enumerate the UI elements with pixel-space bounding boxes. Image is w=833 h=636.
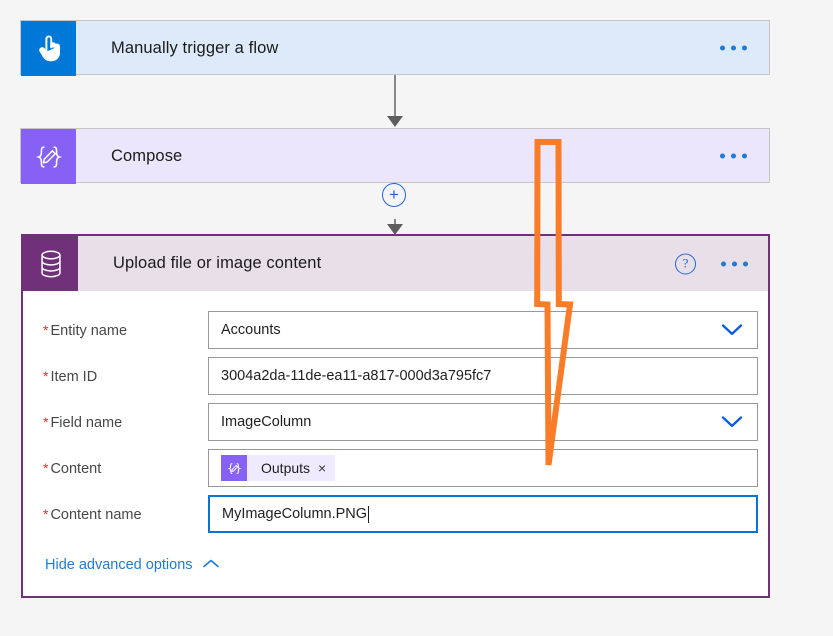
chevron-down-icon[interactable] (721, 416, 743, 429)
dot (731, 153, 736, 158)
flow-step-trigger[interactable]: Manually trigger a flow (20, 20, 770, 76)
flow-step-title: Manually trigger a flow (111, 39, 279, 57)
required-asterisk: * (43, 367, 49, 384)
field-name-value: ImageColumn (221, 414, 312, 430)
hide-advanced-options-label: Hide advanced options (45, 557, 193, 573)
item-id-input[interactable]: 3004a2da-11de-ea11-a817-000d3a795fc7 (208, 357, 758, 395)
close-icon[interactable]: × (318, 460, 335, 476)
field-entity-name: * Entity name Accounts (23, 307, 768, 353)
required-asterisk: * (43, 505, 49, 522)
text-cursor (368, 505, 370, 523)
more-commands-button[interactable] (720, 45, 747, 50)
item-id-value: 3004a2da-11de-ea11-a817-000d3a795fc7 (221, 368, 492, 384)
field-label: * Field name (43, 413, 123, 431)
field-label: * Entity name (43, 321, 128, 339)
help-icon[interactable]: ? (675, 253, 696, 274)
connector-arrowhead (387, 116, 403, 127)
field-label: * Content name (43, 505, 142, 523)
upload-form: * Entity name Accounts * Item ID 3004a2da-… (23, 291, 768, 573)
tap-hand-icon (21, 21, 76, 76)
field-label: * Item ID (43, 367, 98, 385)
dot (743, 261, 748, 266)
field-name-dropdown[interactable]: ImageColumn (208, 403, 758, 441)
flow-step-upload-file-or-image-content[interactable]: Upload file or image content ? * Entity n… (21, 234, 770, 598)
flow-step-title: Upload file or image content (113, 254, 322, 272)
content-name-value: MyImageColumn.PNG (222, 506, 368, 522)
entity-name-value: Accounts (221, 322, 281, 338)
entity-name-dropdown[interactable]: Accounts (208, 311, 758, 349)
more-commands-button[interactable] (721, 261, 748, 266)
dot (720, 153, 725, 158)
dot (732, 261, 737, 266)
dot (742, 45, 747, 50)
connector-line (394, 75, 396, 117)
field-field-name: * Field name ImageColumn (23, 399, 768, 445)
required-asterisk: * (43, 321, 49, 338)
hide-advanced-options-link[interactable]: Hide advanced options (23, 557, 220, 573)
field-content-name: * Content name MyImageColumn.PNG (23, 491, 768, 537)
flow-step-header[interactable]: Upload file or image content ? (23, 236, 768, 291)
dot (731, 45, 736, 50)
flow-step-compose[interactable]: Compose (20, 128, 770, 184)
dynamic-content-token[interactable]: Outputs × (221, 455, 336, 481)
content-input[interactable]: Outputs × (208, 449, 758, 487)
chevron-down-icon[interactable] (721, 324, 743, 337)
more-commands-button[interactable] (720, 153, 747, 158)
chevron-up-icon (202, 557, 220, 573)
required-asterisk: * (43, 459, 49, 476)
flow-step-title: Compose (111, 147, 183, 165)
compose-braces-icon (21, 129, 76, 184)
field-label: * Content (43, 459, 102, 477)
required-asterisk: * (43, 413, 49, 430)
dot (721, 261, 726, 266)
add-step-button[interactable]: + (382, 183, 406, 207)
compose-braces-icon (221, 455, 247, 481)
field-content: * Content Outputs × (23, 445, 768, 491)
token-label: Outputs (261, 460, 311, 476)
dot (742, 153, 747, 158)
dataverse-database-icon (23, 236, 78, 291)
content-name-input[interactable]: MyImageColumn.PNG (208, 495, 758, 533)
field-item-id: * Item ID 3004a2da-11de-ea11-a817-000d3a7… (23, 353, 768, 399)
dot (720, 45, 725, 50)
